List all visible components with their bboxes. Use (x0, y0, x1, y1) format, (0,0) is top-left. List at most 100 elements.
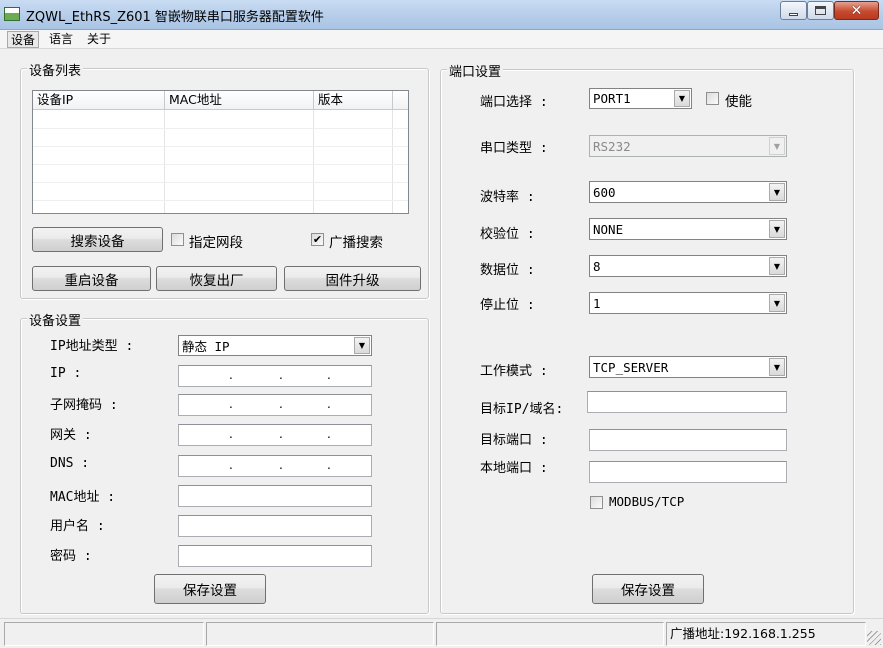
status-pane (4, 622, 204, 646)
menu-bar: 设备 语言 关于 (0, 30, 883, 49)
target-ip-label: 目标IP/域名: (480, 402, 564, 417)
data-bits-label: 数据位 : (480, 263, 535, 278)
baud-rate-value: 600 (593, 184, 616, 200)
menu-about[interactable]: 关于 (84, 31, 114, 48)
window-title: ZQWL_EthRS_Z601 智嵌物联串口服务器配置软件 (26, 10, 324, 25)
firmware-upgrade-button[interactable]: 固件升级 (284, 266, 421, 291)
dns-label: DNS : (50, 456, 90, 471)
gateway-field[interactable]: ... (178, 424, 372, 446)
column-device-ip[interactable]: 设备IP (33, 91, 165, 110)
target-ip-field[interactable] (587, 391, 787, 413)
subnet-mask-label: 子网掩码 : (50, 398, 118, 413)
specify-segment-label[interactable]: 指定网段 (189, 231, 243, 251)
ip-label: IP : (50, 366, 82, 381)
maximize-icon (815, 6, 826, 15)
specify-segment-checkbox[interactable] (171, 233, 184, 246)
save-port-settings-button[interactable]: 保存设置 (592, 574, 704, 604)
device-list-title: 设备列表 (27, 60, 84, 79)
work-mode-dropdown[interactable]: TCP_SERVER ▼ (589, 356, 787, 378)
row-divider (33, 146, 408, 147)
chevron-down-icon: ▼ (674, 90, 690, 107)
chevron-down-icon: ▼ (769, 137, 785, 155)
mac-address-field[interactable] (178, 485, 372, 507)
password-label: 密码 : (50, 549, 92, 564)
stop-bits-dropdown[interactable]: 1 ▼ (589, 292, 787, 314)
title-bar[interactable]: ZQWL_EthRS_Z601 智嵌物联串口服务器配置软件 ✕ (0, 0, 883, 30)
parity-label: 校验位 : (480, 227, 535, 242)
chevron-down-icon: ▼ (769, 183, 785, 201)
local-port-label: 本地端口 : (480, 461, 548, 476)
app-icon (4, 7, 20, 21)
row-divider (33, 200, 408, 201)
column-filler (393, 91, 408, 110)
close-icon: ✕ (850, 2, 863, 19)
parity-dropdown[interactable]: NONE ▼ (589, 218, 787, 240)
stop-bits-value: 1 (593, 295, 601, 311)
username-field[interactable] (178, 515, 372, 537)
port-select-label: 端口选择 : (480, 95, 548, 110)
ip-address-field[interactable]: ... (178, 365, 372, 387)
row-divider (33, 128, 408, 129)
save-device-settings-button[interactable]: 保存设置 (154, 574, 266, 604)
chevron-down-icon: ▼ (769, 220, 785, 238)
enable-checkbox[interactable] (706, 92, 719, 105)
device-list-table[interactable]: 设备IP MAC地址 版本 (32, 90, 409, 214)
port-select-value: PORT1 (593, 91, 631, 106)
chevron-down-icon: ▼ (769, 257, 785, 275)
broadcast-address-status: 广播地址:192.168.1.255 (666, 622, 866, 646)
broadcast-search-checkbox[interactable]: ✔ (311, 233, 324, 246)
resize-grip-icon[interactable] (867, 631, 881, 645)
subnet-mask-field[interactable]: ... (178, 394, 372, 416)
stop-bits-label: 停止位 : (480, 298, 535, 313)
row-divider (33, 164, 408, 165)
chevron-down-icon: ▼ (354, 337, 370, 354)
parity-value: NONE (593, 221, 624, 237)
restart-device-button[interactable]: 重启设备 (32, 266, 151, 291)
password-field[interactable] (178, 545, 372, 567)
search-device-button[interactable]: 搜索设备 (32, 227, 163, 252)
row-divider (33, 182, 408, 183)
column-mac-address[interactable]: MAC地址 (165, 91, 314, 110)
status-bar: 广播地址:192.168.1.255 (0, 618, 883, 648)
baud-rate-dropdown[interactable]: 600 ▼ (589, 181, 787, 203)
username-label: 用户名 : (50, 519, 105, 534)
serial-type-dropdown: RS232 ▼ (589, 135, 787, 157)
port-settings-title: 端口设置 (447, 61, 504, 80)
menu-device[interactable]: 设备 (7, 31, 40, 48)
column-version[interactable]: 版本 (314, 91, 393, 110)
mac-address-label: MAC地址 : (50, 490, 116, 505)
port-select-dropdown[interactable]: PORT1 ▼ (589, 88, 692, 109)
ip-type-dropdown[interactable]: 静态 IP ▼ (178, 335, 372, 356)
ip-type-value: 静态 IP (182, 339, 230, 354)
baud-rate-label: 波特率 : (480, 190, 535, 205)
minimize-button[interactable] (780, 1, 807, 20)
data-bits-dropdown[interactable]: 8 ▼ (589, 255, 787, 277)
menu-language[interactable]: 语言 (46, 31, 76, 48)
chevron-down-icon: ▼ (769, 294, 785, 312)
modbus-tcp-checkbox[interactable] (590, 496, 603, 509)
column-divider (164, 110, 165, 213)
ip-type-label: IP地址类型 : (50, 339, 134, 354)
close-button[interactable]: ✕ (834, 1, 879, 20)
minimize-icon (789, 12, 798, 16)
broadcast-search-label[interactable]: 广播搜索 (329, 231, 383, 251)
modbus-tcp-label[interactable]: MODBUS/TCP (609, 494, 684, 509)
data-bits-value: 8 (593, 258, 601, 274)
check-mark-icon: ✔ (312, 233, 323, 246)
dns-field[interactable]: ... (178, 455, 372, 477)
maximize-button[interactable] (807, 1, 834, 20)
status-pane (206, 622, 434, 646)
target-port-label: 目标端口 : (480, 433, 548, 448)
chevron-down-icon: ▼ (769, 358, 785, 376)
enable-label[interactable]: 使能 (725, 90, 752, 110)
column-divider (313, 110, 314, 213)
work-mode-label: 工作模式 : (480, 364, 548, 379)
gateway-label: 网关 : (50, 428, 92, 443)
local-port-field[interactable] (589, 461, 787, 483)
serial-type-label: 串口类型 : (480, 141, 548, 156)
factory-reset-button[interactable]: 恢复出厂 (156, 266, 277, 291)
work-mode-value: TCP_SERVER (593, 359, 669, 375)
serial-type-value: RS232 (593, 138, 631, 154)
status-pane (436, 622, 664, 646)
target-port-field[interactable] (589, 429, 787, 451)
